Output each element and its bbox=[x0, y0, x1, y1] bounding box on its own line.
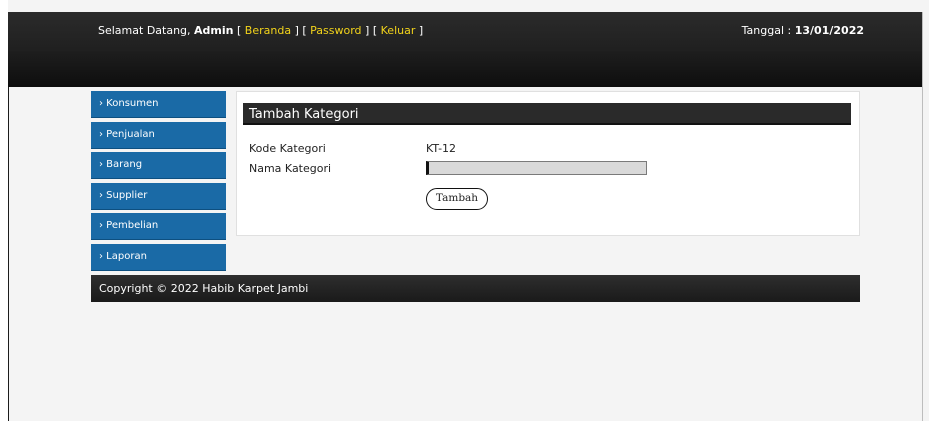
user-name: Admin bbox=[194, 24, 234, 37]
sidebar-item-barang[interactable]: › Barang bbox=[91, 152, 226, 179]
kode-kategori-label: Kode Kategori bbox=[249, 142, 326, 155]
kode-kategori-value: KT-12 bbox=[426, 142, 457, 155]
sidebar-item-pembelian[interactable]: › Pembelian bbox=[91, 213, 226, 240]
header-strip bbox=[8, 51, 922, 87]
nama-kategori-label: Nama Kategori bbox=[249, 162, 332, 175]
tambah-button[interactable]: Tambah bbox=[426, 188, 488, 210]
date-label: Tanggal : bbox=[741, 24, 792, 37]
top-header: Selamat Datang, Admin [ Beranda ] [ Pass… bbox=[8, 12, 922, 87]
sidebar-item-laporan[interactable]: › Laporan bbox=[91, 243, 226, 271]
sidebar-menu: › Konsumen › Penjualan › Barang › Suppli… bbox=[91, 91, 226, 274]
date-value: 13/01/2022 bbox=[794, 24, 864, 37]
sidebar-item-konsumen[interactable]: › Konsumen bbox=[91, 91, 226, 118]
sidebar-item-penjualan[interactable]: › Penjualan bbox=[91, 121, 226, 149]
page-left-edge bbox=[0, 0, 8, 421]
form-panel: Tambah Kategori Kode Kategori KT-12 Nama… bbox=[236, 91, 860, 236]
sidebar-item-supplier[interactable]: › Supplier bbox=[91, 182, 226, 210]
link-password[interactable]: Password bbox=[310, 24, 361, 37]
footer: Copyright © 2022 Habib Karpet Jambi bbox=[91, 275, 860, 302]
link-beranda[interactable]: Beranda bbox=[245, 24, 291, 37]
link-keluar[interactable]: Keluar bbox=[381, 24, 416, 37]
nama-kategori-input[interactable] bbox=[426, 161, 647, 175]
welcome-prefix: Selamat Datang, bbox=[98, 24, 191, 37]
welcome-text: Selamat Datang, Admin [ Beranda ] [ Pass… bbox=[98, 24, 424, 37]
form-title: Tambah Kategori bbox=[243, 103, 851, 125]
date-display: Tanggal : 13/01/2022 bbox=[742, 24, 864, 37]
